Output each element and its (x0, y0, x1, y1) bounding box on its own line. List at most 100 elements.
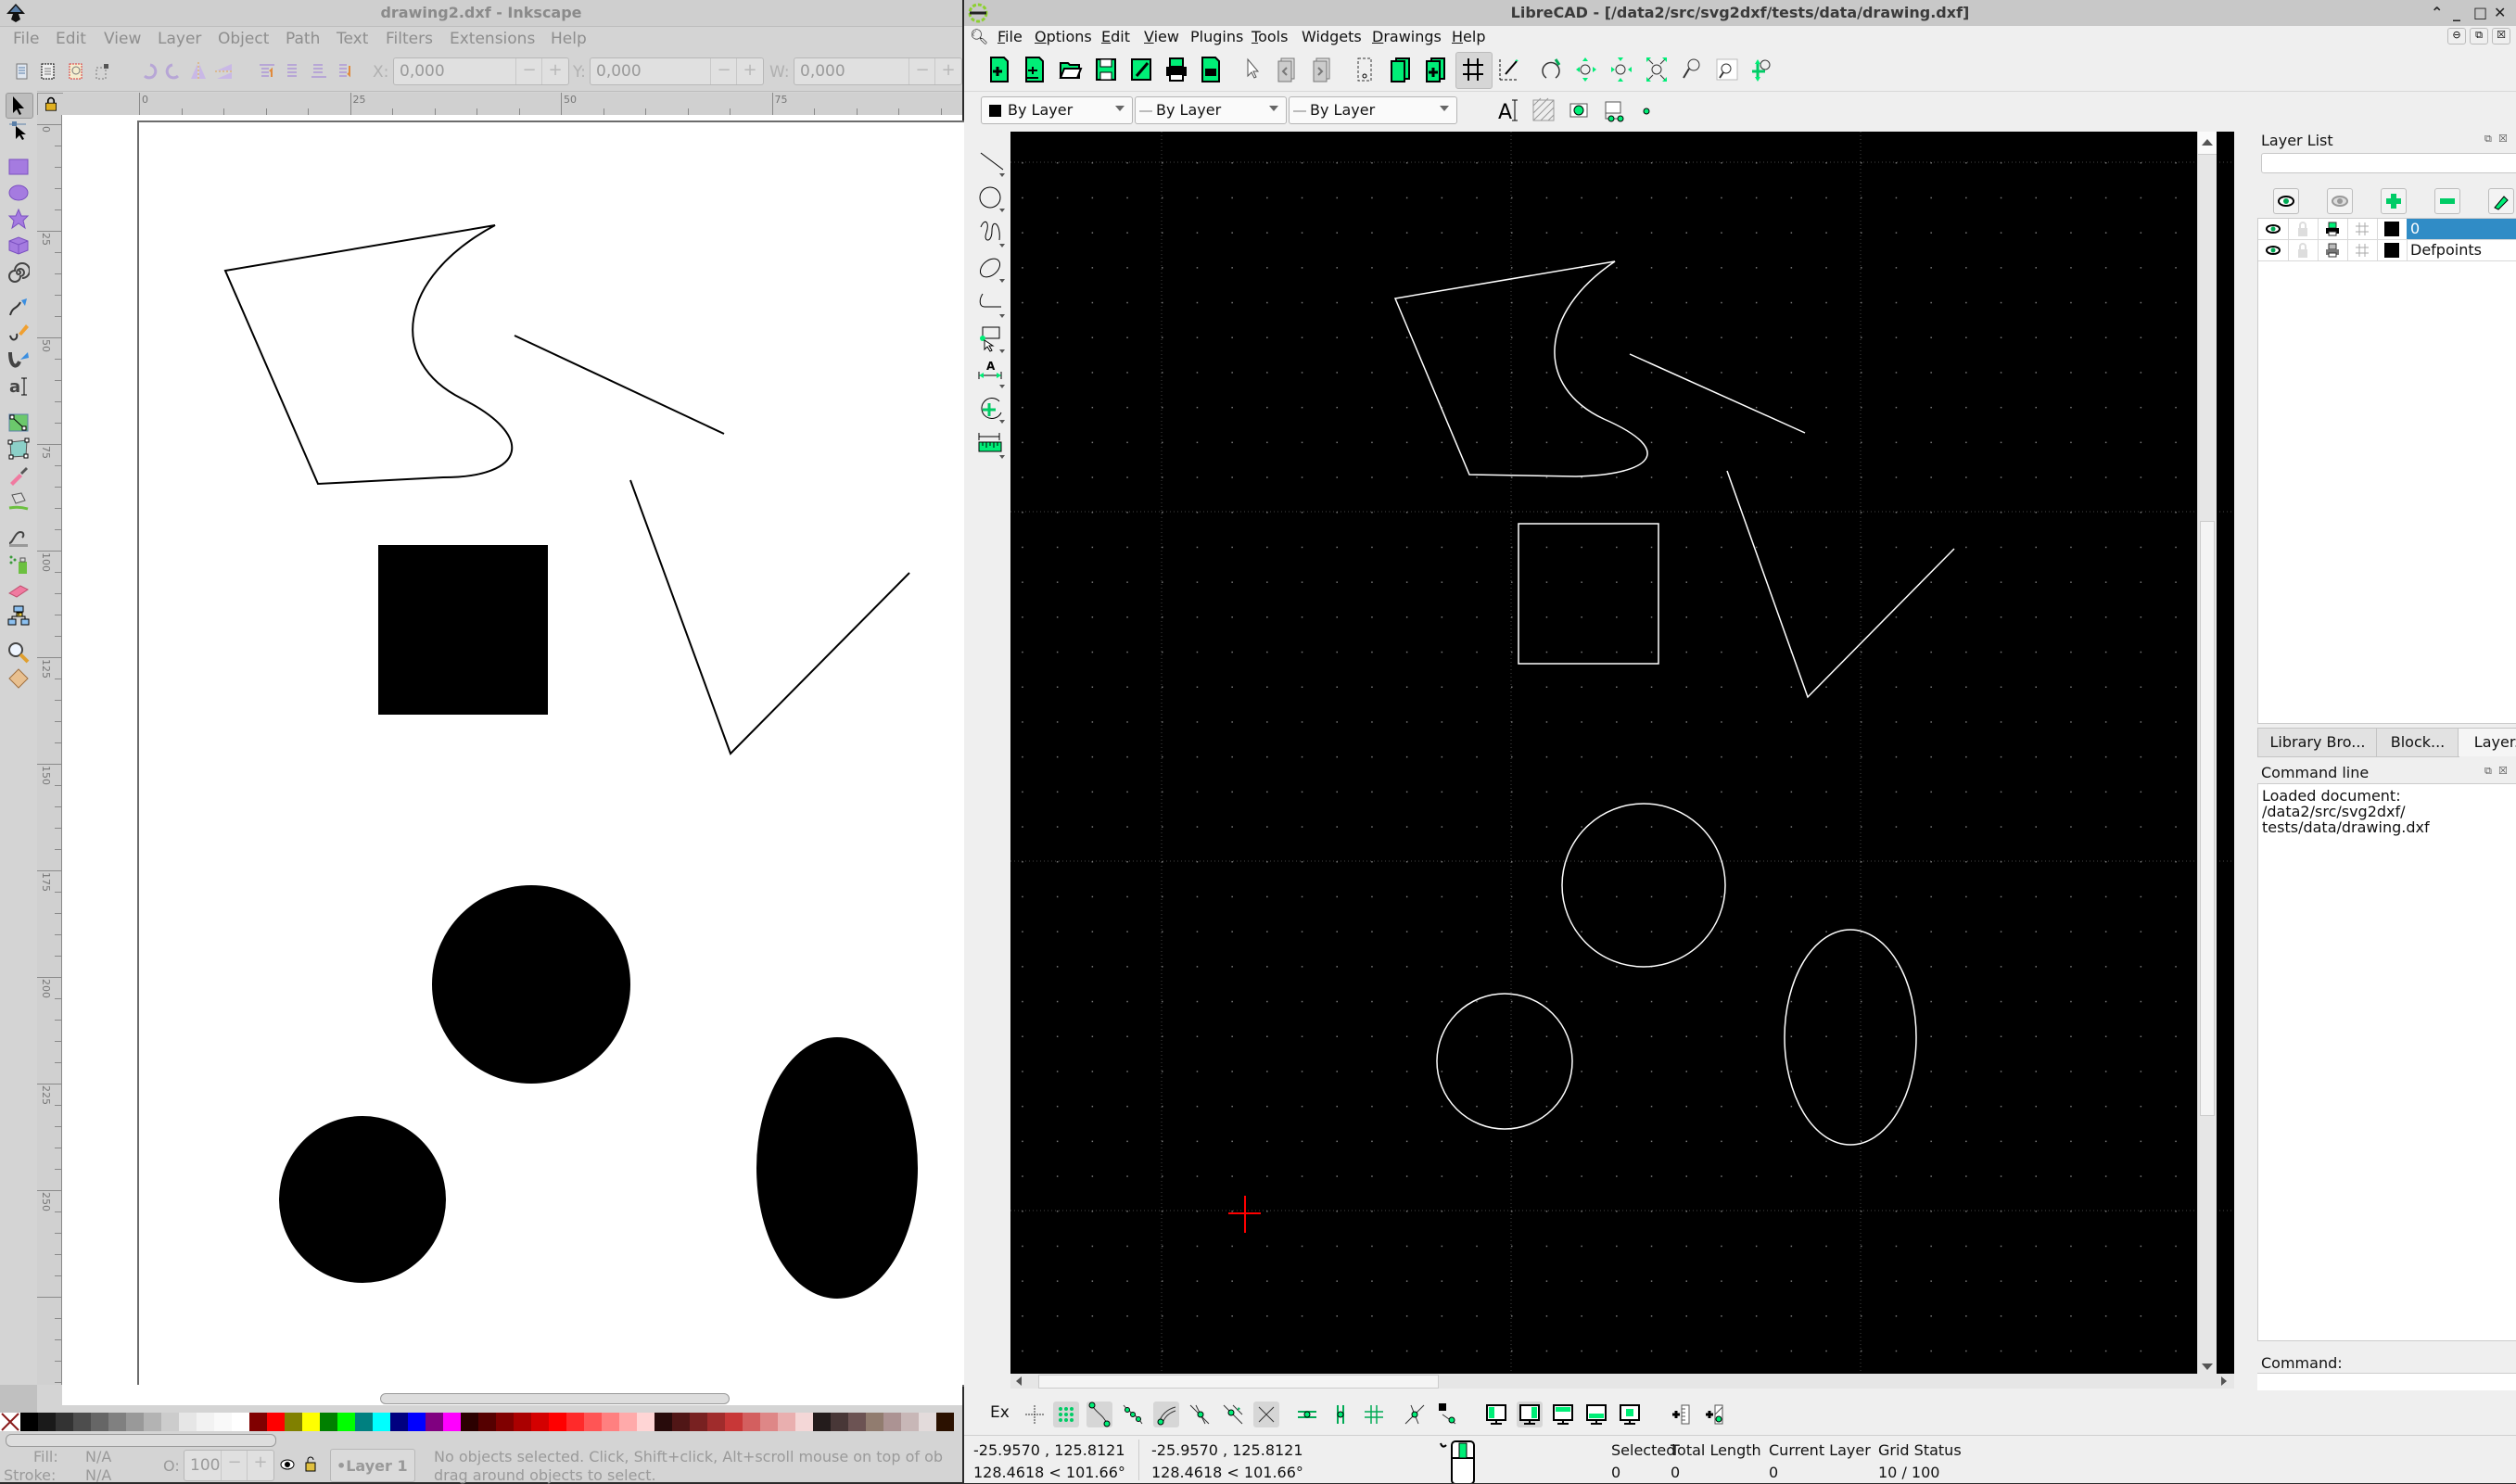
zoom-icon[interactable] (7, 641, 30, 664)
spline-tool-icon[interactable] (977, 218, 1009, 249)
menu-text[interactable]: Text (337, 30, 368, 48)
cad-ellipse[interactable] (1784, 929, 1917, 1146)
deselect-icon[interactable] (93, 62, 111, 81)
tab-library-browser[interactable]: Library Bro... (2257, 728, 2378, 757)
y-field[interactable]: 0,000 − + (590, 57, 764, 85)
palette-swatch[interactable] (743, 1413, 760, 1431)
layer-construction-icon[interactable] (2347, 240, 2378, 260)
palette-swatch[interactable] (725, 1413, 743, 1431)
lower-to-bottom-icon[interactable] (336, 62, 354, 81)
w-decrement-button[interactable]: − (909, 58, 935, 84)
cad-v-polyline[interactable] (1726, 470, 1955, 699)
pen-color-select[interactable]: By Layer (981, 96, 1133, 124)
palette-swatch[interactable] (654, 1413, 672, 1431)
palette-swatch[interactable] (337, 1413, 355, 1431)
new-file-icon[interactable] (988, 56, 1012, 83)
palette-swatch[interactable] (267, 1413, 285, 1431)
raise-to-top-icon[interactable] (258, 62, 276, 81)
measure-tool-icon[interactable] (977, 429, 1009, 461)
palette-swatch[interactable] (672, 1413, 690, 1431)
point-icon[interactable] (1637, 96, 1661, 124)
snap-middle-icon[interactable] (1187, 1402, 1213, 1427)
palette-swatch[interactable] (73, 1413, 91, 1431)
palette-swatch[interactable] (813, 1413, 831, 1431)
undo-icon[interactable] (1276, 56, 1300, 83)
menu-filters[interactable]: Filters (386, 30, 433, 48)
snap-intersection-icon[interactable] (1253, 1402, 1279, 1427)
tab-layer-list[interactable]: Layer... (2458, 728, 2516, 756)
menu-extensions[interactable]: Extensions (450, 30, 535, 48)
copy-icon[interactable] (1389, 56, 1413, 83)
menu-drawings[interactable]: Drawings (1372, 28, 1442, 45)
menu-file[interactable]: File (998, 28, 1023, 45)
palette-swatch[interactable] (373, 1413, 390, 1431)
scroll-right-arrow[interactable] (2221, 1376, 2227, 1386)
lock-guides-button[interactable] (37, 93, 65, 117)
palette-swatch[interactable] (936, 1413, 954, 1431)
palette-swatch[interactable] (320, 1413, 337, 1431)
node-icon[interactable] (7, 119, 30, 141)
layer-filter-input[interactable] (2261, 153, 2516, 173)
palette-swatch[interactable] (179, 1413, 197, 1431)
snap-grid-icon[interactable] (1053, 1402, 1079, 1427)
palette-swatch[interactable] (901, 1413, 919, 1431)
modify-tool-icon[interactable] (977, 394, 1009, 425)
select-all-layers-icon[interactable] (39, 62, 57, 81)
view-top-icon[interactable] (1550, 1402, 1576, 1427)
palette-swatch[interactable] (707, 1413, 725, 1431)
palette-swatch[interactable] (637, 1413, 654, 1431)
palette-swatch[interactable] (161, 1413, 179, 1431)
menu-plugins[interactable]: Plugins (1190, 28, 1243, 45)
filled-circle-small[interactable] (279, 1116, 446, 1283)
print-preview-icon[interactable] (1200, 56, 1224, 83)
circle-tool-icon[interactable] (977, 183, 1009, 214)
canvas-vscrollbar[interactable] (2197, 132, 2217, 1374)
palette-swatch[interactable] (549, 1413, 566, 1431)
line-tool-icon[interactable] (977, 147, 1009, 179)
save-icon[interactable] (1094, 56, 1118, 83)
palette-swatch[interactable] (690, 1413, 707, 1431)
palette-swatch[interactable] (443, 1413, 461, 1431)
mdi-minimize-button[interactable]: ⊖ (2447, 28, 2466, 44)
cad-circle-large[interactable] (1561, 803, 1726, 968)
menu-layer[interactable]: Layer (158, 30, 201, 48)
palette-swatch[interactable] (848, 1413, 866, 1431)
flip-vertical-icon[interactable] (215, 62, 234, 81)
palette-swatch[interactable] (531, 1413, 549, 1431)
layer-color-swatch[interactable] (2377, 219, 2408, 239)
y-decrement-button[interactable]: − (710, 58, 737, 84)
y-increment-button[interactable]: + (736, 58, 763, 84)
zoom-in-icon[interactable] (1574, 56, 1598, 83)
palette-swatch[interactable] (514, 1413, 531, 1431)
palette-swatch[interactable] (302, 1413, 320, 1431)
filled-ellipse[interactable] (756, 1037, 918, 1299)
pen-linetype-select[interactable]: By Layer (1289, 96, 1457, 124)
view-bottom-icon[interactable] (1583, 1402, 1609, 1427)
palette-swatch[interactable] (760, 1413, 778, 1431)
save-as-icon[interactable] (1129, 56, 1153, 83)
layer-visible-icon[interactable] (2258, 219, 2289, 239)
mdi-restore-button[interactable]: ⧉ (2470, 28, 2488, 44)
menu-view[interactable]: View (104, 30, 141, 48)
dock-float-icon[interactable]: ⧉ (2484, 133, 2492, 146)
window-close-button[interactable]: ✕ (2494, 4, 2506, 21)
window-minimize-button[interactable]: _ (2453, 4, 2460, 21)
window-shade-button[interactable]: ⌃ (2431, 4, 2443, 21)
select-pointer-icon[interactable] (1240, 56, 1264, 83)
palette-swatch[interactable] (355, 1413, 373, 1431)
layer-lock-icon[interactable] (2288, 240, 2319, 260)
palette-swatch[interactable] (461, 1413, 478, 1431)
zoom-window-icon[interactable] (1715, 56, 1739, 83)
palette-swatch[interactable] (144, 1413, 161, 1431)
eraser-icon[interactable] (7, 578, 30, 601)
horizontal-ruler[interactable]: 0255075100125150175 (63, 93, 1638, 116)
redo-icon[interactable] (1311, 56, 1335, 83)
hscroll-thumb[interactable] (1038, 1375, 1439, 1389)
scroll-up-arrow[interactable] (2198, 132, 2217, 155)
spray-icon[interactable] (7, 552, 30, 575)
ellipse-tool-icon[interactable] (977, 253, 1009, 285)
layer-name[interactable]: 0 (2407, 219, 2516, 239)
measure-icon[interactable] (7, 667, 30, 690)
current-layer-dropdown[interactable]: •Layer 1 (330, 1449, 415, 1482)
text-tool-icon[interactable]: A (1496, 96, 1520, 124)
